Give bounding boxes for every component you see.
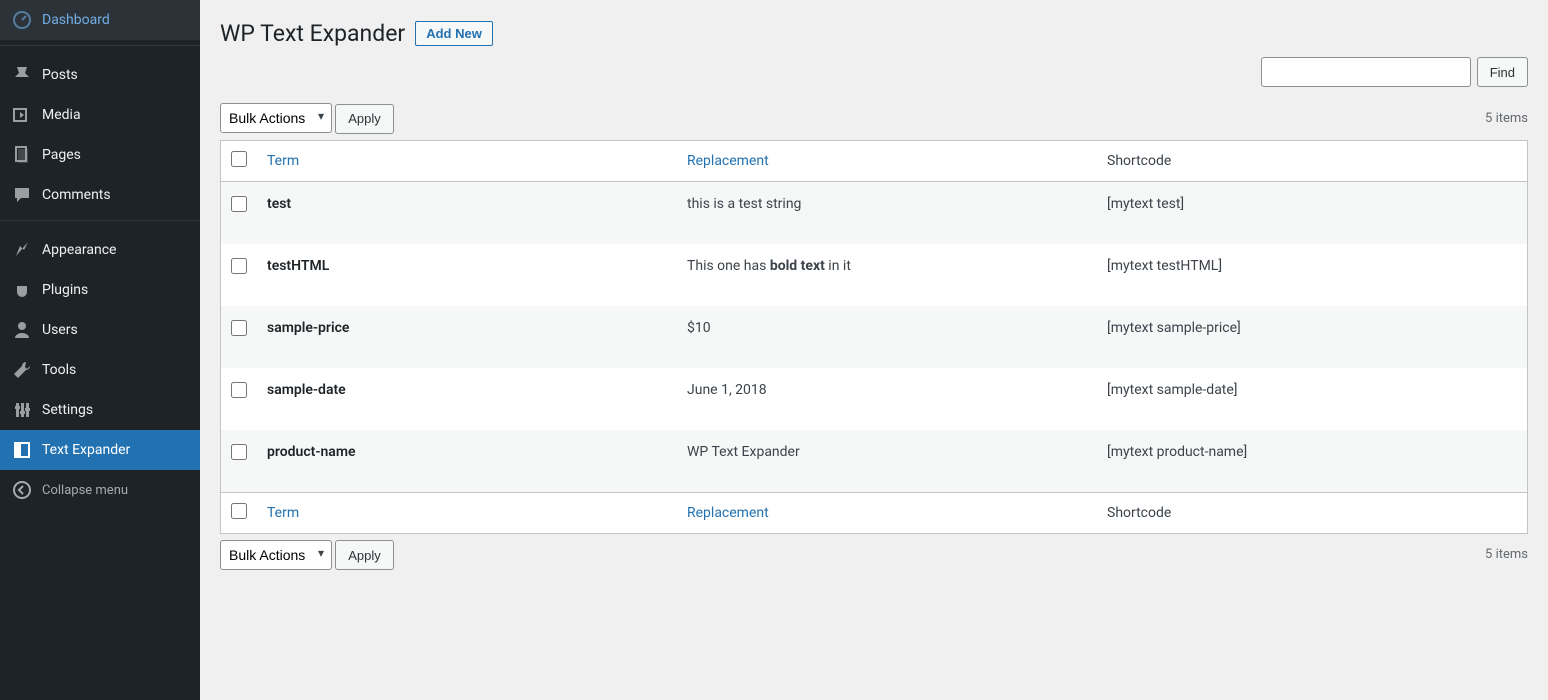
collapse-menu[interactable]: Collapse menu	[0, 470, 200, 510]
column-footer-term[interactable]: Term	[267, 505, 299, 521]
row-checkbox[interactable]	[231, 382, 247, 398]
plugins-icon	[12, 280, 32, 300]
sidebar-item-media[interactable]: Media	[0, 95, 200, 135]
pages-icon	[12, 145, 32, 165]
cell-shortcode: [mytext sample-price]	[1097, 306, 1527, 368]
sidebar-item-users[interactable]: Users	[0, 310, 200, 350]
sidebar-item-label: Comments	[42, 187, 111, 203]
page-title: WP Text Expander	[220, 20, 405, 47]
bulk-actions-select[interactable]: Bulk Actions	[220, 103, 332, 133]
column-header-term[interactable]: Term	[267, 153, 299, 169]
collapse-label: Collapse menu	[42, 483, 128, 498]
sidebar-item-label: Tools	[42, 362, 76, 378]
select-all-top[interactable]	[231, 151, 247, 167]
row-checkbox[interactable]	[231, 258, 247, 274]
tools-icon	[12, 360, 32, 380]
sidebar-item-text-expander[interactable]: Text Expander	[0, 430, 200, 470]
cell-replacement: This one has bold text in it	[677, 244, 1097, 306]
bulk-actions-select-bottom[interactable]: Bulk Actions	[220, 540, 332, 570]
cell-replacement: June 1, 2018	[677, 368, 1097, 430]
main-content: WP Text Expander Add New Find Bulk Actio…	[200, 0, 1548, 596]
sidebar-item-tools[interactable]: Tools	[0, 350, 200, 390]
cell-term[interactable]: testHTML	[257, 244, 677, 306]
dashboard-icon	[12, 10, 32, 30]
cell-shortcode: [mytext testHTML]	[1097, 244, 1527, 306]
column-header-shortcode: Shortcode	[1097, 141, 1527, 182]
items-count-bottom: 5 items	[1485, 547, 1528, 562]
users-icon	[12, 320, 32, 340]
settings-icon	[12, 400, 32, 420]
sidebar-item-label: Settings	[42, 402, 93, 418]
sidebar-item-label: Posts	[42, 67, 78, 83]
sidebar-item-label: Pages	[42, 147, 81, 163]
apply-button-top[interactable]: Apply	[335, 104, 394, 134]
items-count-top: 5 items	[1485, 111, 1528, 126]
column-footer-replacement[interactable]: Replacement	[687, 505, 769, 521]
column-header-replacement[interactable]: Replacement	[687, 153, 769, 169]
table-row: testthis is a test string[mytext test]	[221, 182, 1527, 244]
cell-shortcode: [mytext product-name]	[1097, 430, 1527, 492]
terms-table: Term Replacement Shortcode testthis is a…	[220, 140, 1528, 534]
add-new-button[interactable]: Add New	[415, 21, 493, 46]
sidebar-item-plugins[interactable]: Plugins	[0, 270, 200, 310]
table-row: sample-dateJune 1, 2018[mytext sample-da…	[221, 368, 1527, 430]
row-checkbox[interactable]	[231, 444, 247, 460]
sidebar-item-posts[interactable]: Posts	[0, 55, 200, 95]
cell-term[interactable]: test	[257, 182, 677, 244]
sidebar-item-comments[interactable]: Comments	[0, 175, 200, 215]
cell-term[interactable]: sample-date	[257, 368, 677, 430]
collapse-icon	[12, 480, 32, 500]
cell-replacement: WP Text Expander	[677, 430, 1097, 492]
sidebar-item-dashboard[interactable]: Dashboard	[0, 0, 200, 40]
cell-replacement: $10	[677, 306, 1097, 368]
find-button[interactable]: Find	[1477, 57, 1528, 87]
sidebar-item-label: Text Expander	[42, 442, 130, 458]
row-checkbox[interactable]	[231, 320, 247, 336]
admin-sidebar: Dashboard Posts Media Pages Comments App…	[0, 0, 200, 700]
sidebar-item-pages[interactable]: Pages	[0, 135, 200, 175]
appearance-icon	[12, 240, 32, 260]
sidebar-item-label: Plugins	[42, 282, 88, 298]
cell-term[interactable]: sample-price	[257, 306, 677, 368]
search-input[interactable]	[1261, 57, 1471, 87]
media-icon	[12, 105, 32, 125]
sidebar-item-settings[interactable]: Settings	[0, 390, 200, 430]
sidebar-item-label: Dashboard	[42, 12, 110, 28]
sidebar-item-label: Media	[42, 107, 81, 123]
sidebar-item-label: Users	[42, 322, 78, 338]
table-row: product-nameWP Text Expander[mytext prod…	[221, 430, 1527, 492]
apply-button-bottom[interactable]: Apply	[335, 540, 394, 570]
pin-icon	[12, 65, 32, 85]
text-expander-icon	[12, 440, 32, 460]
cell-replacement: this is a test string	[677, 182, 1097, 244]
sidebar-item-appearance[interactable]: Appearance	[0, 230, 200, 270]
column-footer-shortcode: Shortcode	[1097, 492, 1527, 533]
cell-shortcode: [mytext test]	[1097, 182, 1527, 244]
cell-shortcode: [mytext sample-date]	[1097, 368, 1527, 430]
table-row: sample-price$10[mytext sample-price]	[221, 306, 1527, 368]
sidebar-item-label: Appearance	[42, 242, 116, 258]
cell-term[interactable]: product-name	[257, 430, 677, 492]
table-row: testHTMLThis one has bold text in it[myt…	[221, 244, 1527, 306]
comments-icon	[12, 185, 32, 205]
row-checkbox[interactable]	[231, 196, 247, 212]
select-all-bottom[interactable]	[231, 503, 247, 519]
